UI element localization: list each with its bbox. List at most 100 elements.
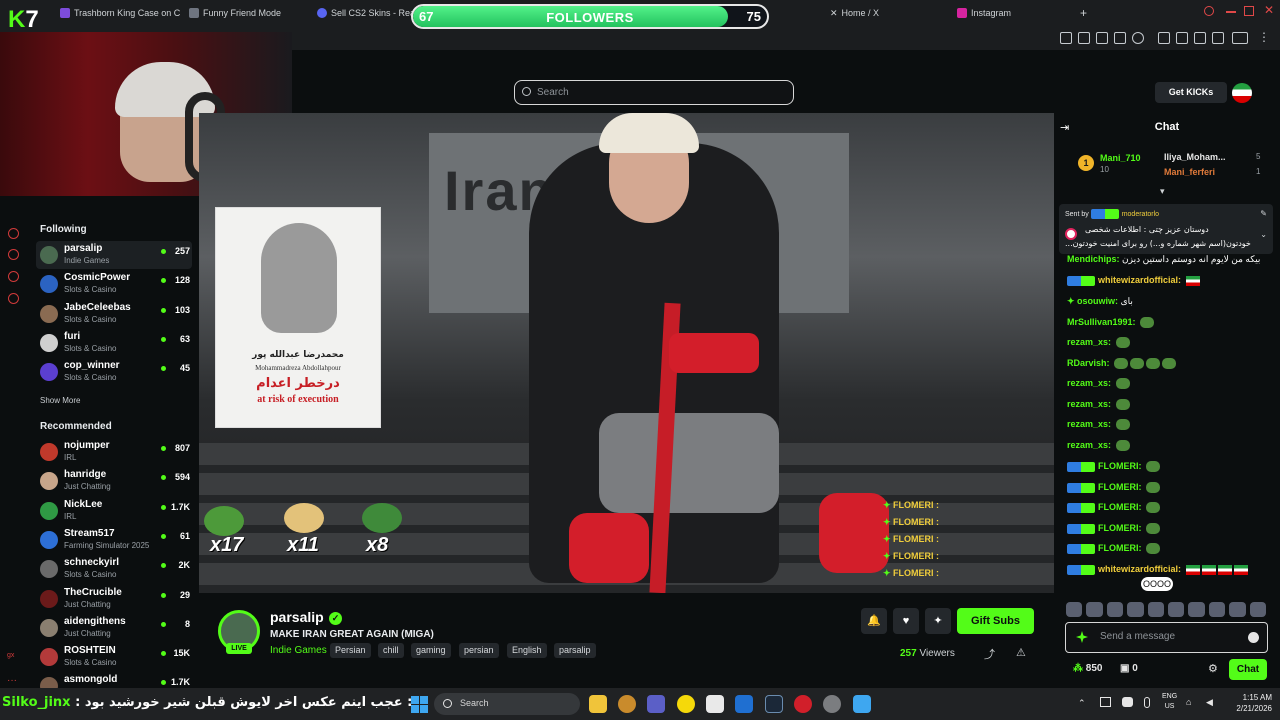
chat-username[interactable]: FLOMERI: — [1098, 502, 1142, 512]
emote-icon[interactable] — [1229, 602, 1246, 617]
emote-icon[interactable] — [1127, 602, 1144, 617]
extension-icon[interactable] — [1114, 32, 1126, 44]
chat-username[interactable]: FLOMERI: — [1098, 523, 1142, 533]
app-icon[interactable] — [853, 695, 871, 713]
chat-username[interactable]: FLOMERI: — [1098, 543, 1142, 553]
expand-icon[interactable]: ▾ — [1160, 186, 1165, 197]
heart-icon[interactable] — [1132, 32, 1144, 44]
sidebar-channel[interactable]: ROSHTEIN Slots & Casino 15K — [36, 643, 192, 671]
sidebar-channel[interactable]: cop_winner Slots & Casino 45 — [36, 358, 192, 386]
emote-icon[interactable] — [1086, 602, 1103, 617]
extension-icon[interactable] — [1060, 32, 1072, 44]
chat-message[interactable]: FLOMERI: — [1067, 543, 1161, 555]
store-icon[interactable] — [706, 695, 724, 713]
chat-message[interactable]: FLOMERI: — [1067, 502, 1161, 514]
chat-username[interactable]: whitewizardofficial: — [1098, 564, 1181, 574]
chat-message[interactable]: RDarvish: — [1067, 358, 1177, 370]
emote-icon[interactable] — [1188, 602, 1205, 617]
sidebar-channel[interactable]: aidengithens Just Chatting 8 — [36, 614, 192, 642]
tray-chevron-icon[interactable]: ⌃ — [1078, 698, 1086, 709]
search-tabs-icon[interactable] — [1204, 6, 1214, 16]
report-icon[interactable]: ⚠ — [1016, 646, 1026, 659]
chat-username[interactable]: FLOMERI: — [1098, 461, 1142, 471]
steam-icon[interactable] — [765, 695, 783, 713]
browser-tab[interactable]: ✕ Home / X — [830, 4, 879, 22]
extension-icon[interactable] — [1096, 32, 1108, 44]
chat-message[interactable]: rezam_xs: — [1067, 440, 1130, 452]
gift-subs-button[interactable]: Gift Subs — [957, 608, 1034, 634]
browser-tab[interactable]: Trashborn King Case on C — [60, 4, 180, 22]
stream-tag[interactable]: parsalip — [554, 643, 596, 658]
search-input[interactable]: Search — [514, 80, 794, 105]
language-indicator[interactable]: ENG US — [1162, 692, 1177, 712]
sparkle-button[interactable]: ✦ — [925, 608, 951, 634]
following-icon[interactable] — [8, 271, 19, 282]
streamer-name[interactable]: parsalip — [270, 609, 324, 625]
show-more-link[interactable]: Show More — [40, 396, 80, 405]
app-icon[interactable] — [823, 695, 841, 713]
chat-message[interactable]: rezam_xs: — [1067, 378, 1130, 390]
chat-message[interactable]: rezam_xs: — [1067, 419, 1130, 431]
emote-icon[interactable] — [1147, 602, 1165, 617]
chat-username[interactable]: rezam_xs: — [1067, 419, 1111, 429]
settings-icon[interactable] — [8, 293, 19, 304]
teams-icon[interactable] — [647, 695, 665, 713]
chat-message[interactable]: ✦ osouwiw: بای — [1067, 296, 1133, 307]
chat-username[interactable]: RDarvish: — [1067, 358, 1110, 368]
stream-tag[interactable]: persian — [459, 643, 499, 658]
emote-icon[interactable] — [1249, 602, 1267, 617]
chat-send-button[interactable]: Chat — [1229, 659, 1267, 680]
chat-settings-icon[interactable]: ⚙ — [1208, 662, 1218, 675]
emote-icon[interactable] — [1168, 602, 1185, 617]
extension-icon[interactable] — [1078, 32, 1090, 44]
sidebar-channel[interactable]: hanridge Just Chatting 594 — [36, 467, 192, 495]
chat-message[interactable]: whitewizardofficial: — [1067, 275, 1200, 286]
sidebar-channel[interactable]: parsalip Indie Games 257 — [36, 241, 192, 269]
notification-bell-button[interactable]: 🔔 — [861, 608, 887, 634]
discord-tray-icon[interactable] — [1122, 697, 1133, 707]
browser-tab[interactable]: Sell CS2 Skins - Real — [317, 4, 417, 22]
taskbar-search[interactable]: Search — [434, 693, 580, 715]
sidebar-channel[interactable]: Stream517 Farming Simulator 2025 61 — [36, 526, 192, 554]
sidebar-channel[interactable]: schneckyirl Slots & Casino 2K — [36, 555, 192, 583]
extension-icon[interactable] — [1158, 32, 1170, 44]
browser-tab[interactable]: Instagram — [957, 4, 1011, 22]
unpin-icon[interactable]: ✎ — [1260, 209, 1267, 218]
sidebar-channel[interactable]: JabeCeleebas Slots & Casino 103 — [36, 300, 192, 328]
emote-icon[interactable] — [1208, 602, 1226, 617]
stream-tag[interactable]: English — [507, 643, 547, 658]
kick-logo[interactable]: K7 — [8, 6, 39, 34]
sidebar-channel[interactable]: furi Slots & Casino 63 — [36, 329, 192, 357]
chat-username[interactable]: rezam_xs: — [1067, 337, 1111, 347]
chat-message[interactable]: MrSullivan1991: — [1067, 317, 1155, 329]
new-tab-button[interactable]: + — [1080, 4, 1087, 22]
chat-username[interactable]: Mendichips: — [1067, 254, 1120, 264]
mail-icon[interactable] — [735, 695, 753, 713]
chat-message[interactable]: rezam_xs: — [1067, 337, 1130, 349]
chat-username[interactable]: MrSullivan1991: — [1067, 317, 1136, 327]
chat-message[interactable]: rezam_xs: — [1067, 399, 1130, 411]
sidebar-channel[interactable]: NickLee IRL 1.7K — [36, 497, 192, 525]
ai-icon[interactable] — [1232, 32, 1248, 44]
app-icon[interactable] — [618, 695, 636, 713]
extension-icon[interactable] — [1176, 32, 1188, 44]
stream-tag[interactable]: gaming — [411, 643, 451, 658]
chat-message[interactable]: Mendichips: بیکه من لایوم انه دوستم داست… — [1067, 254, 1260, 265]
volume-icon[interactable]: ◀ — [1206, 697, 1213, 708]
chat-username[interactable]: rezam_xs: — [1067, 378, 1111, 388]
menu-icon[interactable]: ⋮ — [1258, 30, 1270, 44]
subs-count[interactable]: ▣ 0 — [1120, 663, 1138, 674]
download-icon[interactable] — [1212, 32, 1224, 44]
share-icon[interactable]: ⤴ — [984, 646, 995, 662]
emote-icon[interactable] — [1106, 602, 1124, 617]
follow-heart-button[interactable]: ♥ — [893, 608, 919, 634]
chat-username[interactable]: rezam_xs: — [1067, 399, 1111, 409]
sidebar-channel[interactable]: TheCrucible Just Chatting 29 — [36, 585, 192, 613]
browser-tab[interactable]: Funny Friend Mode — [189, 4, 281, 22]
stream-tag[interactable]: Persian — [330, 643, 371, 658]
chat-message[interactable]: FLOMERI: — [1067, 482, 1161, 494]
chat-message-input[interactable]: Send a message — [1065, 622, 1268, 653]
chat-message[interactable]: FLOMERI: — [1067, 461, 1161, 473]
emoji-picker-icon[interactable] — [1248, 632, 1259, 643]
app-icon[interactable] — [677, 695, 695, 713]
